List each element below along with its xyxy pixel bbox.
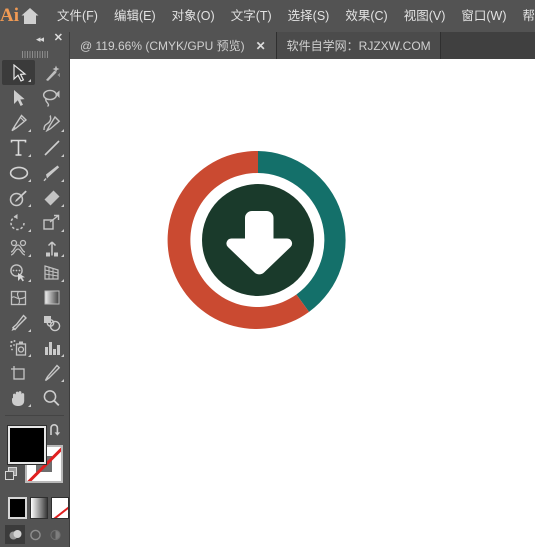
- draw-inside[interactable]: [45, 525, 65, 544]
- flyout-indicator-icon: [61, 254, 64, 257]
- menu-type[interactable]: 文字(T): [223, 0, 280, 32]
- flyout-indicator-icon: [28, 354, 31, 357]
- tool-scale[interactable]: [35, 210, 68, 235]
- grip-icon: [21, 50, 48, 58]
- tool-artboard[interactable]: [2, 360, 35, 385]
- document-tab-bar: @ 119.66% (CMYK/GPU 预览) ✕ 软件自学网：RJZXW.CO…: [0, 32, 535, 59]
- flyout-indicator-icon: [28, 129, 31, 132]
- mode-none[interactable]: [50, 497, 69, 519]
- close-icon[interactable]: ✕: [255, 39, 267, 53]
- tool-type[interactable]: [2, 135, 35, 160]
- tools-panel-header: ◂◂ ✕: [0, 32, 69, 48]
- tool-selection[interactable]: [2, 60, 35, 85]
- flyout-indicator-icon: [28, 204, 31, 207]
- draw-normal[interactable]: [5, 525, 25, 544]
- flyout-indicator-icon: [28, 404, 31, 407]
- tool-grid: [0, 60, 69, 410]
- document-tab-label: @ 119.66% (CMYK/GPU 预览): [80, 39, 245, 53]
- flyout-indicator-icon: [28, 254, 31, 257]
- menu-view[interactable]: 视图(V): [396, 0, 454, 32]
- app-logo: Ai: [0, 5, 19, 26]
- tool-ellipse[interactable]: [2, 160, 35, 185]
- panel-drag-handle[interactable]: [0, 48, 69, 60]
- flyout-indicator-icon: [28, 154, 31, 157]
- fill-swatch[interactable]: [7, 425, 47, 465]
- tool-direct-selection[interactable]: [2, 85, 35, 110]
- flyout-indicator-icon: [28, 179, 31, 182]
- draw-mode-buttons: [5, 525, 69, 544]
- tool-shape-builder[interactable]: [2, 260, 35, 285]
- flyout-indicator-icon: [61, 154, 64, 157]
- tool-paintbrush[interactable]: [35, 160, 68, 185]
- menu-edit[interactable]: 编辑(E): [106, 0, 164, 32]
- fill-stroke-controls: [0, 421, 69, 493]
- flyout-indicator-icon: [28, 329, 31, 332]
- tool-symbol-sprayer[interactable]: [2, 335, 35, 360]
- flyout-indicator-icon: [61, 129, 64, 132]
- tool-gradient[interactable]: [35, 285, 68, 310]
- mode-gradient[interactable]: [29, 497, 48, 519]
- download-donut-icon[interactable]: [153, 135, 363, 345]
- tool-lasso[interactable]: [35, 85, 68, 110]
- flyout-indicator-icon: [28, 229, 31, 232]
- document-tab-watermark[interactable]: 软件自学网：RJZXW.COM: [276, 32, 441, 59]
- tool-rotate[interactable]: [2, 210, 35, 235]
- flyout-indicator-icon: [28, 79, 31, 82]
- tool-pen[interactable]: [2, 110, 35, 135]
- collapse-panel-icon[interactable]: ◂◂: [36, 34, 44, 44]
- tools-panel: ◂◂ ✕: [0, 32, 70, 547]
- document-tab-active[interactable]: @ 119.66% (CMYK/GPU 预览) ✕: [70, 32, 277, 59]
- home-icon[interactable]: [19, 0, 41, 32]
- tool-perspective-grid[interactable]: [35, 260, 68, 285]
- watermark-label: 软件自学网：RJZXW.COM: [286, 39, 431, 53]
- swap-fill-stroke-icon[interactable]: [47, 423, 63, 444]
- tool-width[interactable]: [2, 235, 35, 260]
- tool-magic-wand[interactable]: [35, 60, 68, 85]
- tool-slice[interactable]: [35, 360, 68, 385]
- menu-object[interactable]: 对象(O): [164, 0, 223, 32]
- default-fill-stroke-icon[interactable]: [4, 466, 20, 487]
- menu-select[interactable]: 选择(S): [280, 0, 338, 32]
- menu-file[interactable]: 文件(F): [49, 0, 106, 32]
- menu-items: 文件(F) 编辑(E) 对象(O) 文字(T) 选择(S) 效果(C) 视图(V…: [49, 0, 535, 32]
- menu-window[interactable]: 窗口(W): [453, 0, 514, 32]
- tool-blend[interactable]: [35, 310, 68, 335]
- flyout-indicator-icon: [61, 354, 64, 357]
- none-slash-icon: [51, 498, 68, 518]
- menu-effect[interactable]: 效果(C): [337, 0, 395, 32]
- menu-help[interactable]: 帮: [515, 0, 535, 32]
- flyout-indicator-icon: [28, 279, 31, 282]
- color-mode-buttons: [8, 497, 69, 519]
- canvas-document-area[interactable]: [70, 59, 535, 547]
- tool-hand[interactable]: [2, 385, 35, 410]
- draw-behind[interactable]: [25, 525, 45, 544]
- panel-divider: [5, 415, 64, 416]
- flyout-indicator-icon: [61, 179, 64, 182]
- tool-mesh[interactable]: [2, 285, 35, 310]
- illustrator-window: Ai 文件(F) 编辑(E) 对象(O) 文字(T) 选择(S) 效果(C) 视…: [0, 0, 535, 547]
- tool-curvature[interactable]: [35, 110, 68, 135]
- tool-zoom[interactable]: [35, 385, 68, 410]
- flyout-indicator-icon: [61, 204, 64, 207]
- tool-shaper[interactable]: [2, 185, 35, 210]
- flyout-indicator-icon: [61, 379, 64, 382]
- tool-free-transform[interactable]: [35, 235, 68, 260]
- tool-line-segment[interactable]: [35, 135, 68, 160]
- flyout-indicator-icon: [61, 229, 64, 232]
- menu-bar: Ai 文件(F) 编辑(E) 对象(O) 文字(T) 选择(S) 效果(C) 视…: [0, 0, 535, 32]
- tool-eraser[interactable]: [35, 185, 68, 210]
- flyout-indicator-icon: [61, 279, 64, 282]
- mode-color[interactable]: [8, 497, 27, 519]
- close-panel-icon[interactable]: ✕: [54, 32, 63, 44]
- tool-eyedropper[interactable]: [2, 310, 35, 335]
- tool-column-graph[interactable]: [35, 335, 68, 360]
